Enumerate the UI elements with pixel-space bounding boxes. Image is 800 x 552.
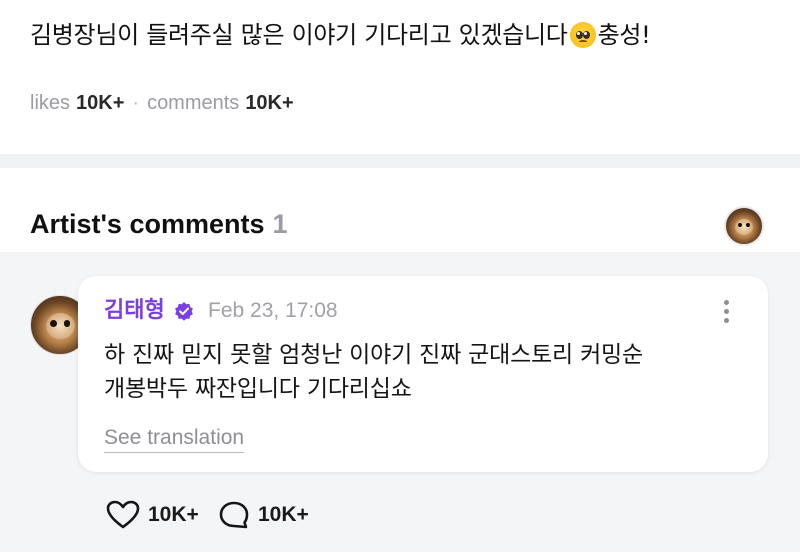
artist-comments-label: Artist's comments: [30, 209, 265, 239]
comment-timestamp: Feb 23, 17:08: [208, 299, 338, 322]
likes-count[interactable]: 10K+: [76, 92, 124, 114]
reply-button[interactable]: 10K+: [218, 500, 309, 530]
reply-count: 10K+: [258, 503, 309, 526]
more-options-icon[interactable]: [724, 300, 730, 324]
post-body-end: 충성!: [597, 21, 651, 49]
comment-text-line1: 하 진짜 믿지 못할 엄청난 이야기 진짜 군대스토리 커밍순: [104, 342, 643, 368]
stats-separator: ·: [132, 92, 140, 114]
artist-comments-title: Artist's comments 1: [30, 206, 288, 242]
comments-label[interactable]: comments: [147, 92, 239, 114]
likes-label[interactable]: likes: [30, 92, 70, 114]
comments-count[interactable]: 10K+: [245, 92, 293, 114]
post-stats: likes 10K+ · comments 10K+: [30, 88, 294, 118]
artist-comments-count: 1: [272, 209, 288, 239]
heart-icon: [106, 500, 140, 529]
see-translation-link[interactable]: See translation: [104, 424, 245, 453]
comment-text: 하 진짜 믿지 못할 엄청난 이야기 진짜 군대스토리 커밍순 개봉박두 짜잔입…: [104, 338, 744, 406]
section-divider: [0, 154, 800, 168]
comment-text-line2: 개봉박두 짜잔입니다 기다리십쇼: [104, 376, 412, 402]
pleading-face-icon: [569, 22, 596, 48]
verified-check-icon: [175, 302, 193, 321]
comment-author[interactable]: 김태형: [104, 296, 165, 326]
artist-avatar-small[interactable]: [724, 206, 764, 246]
like-button[interactable]: 10K+: [106, 500, 199, 530]
like-count: 10K+: [148, 503, 199, 526]
comment-bubble-icon: [219, 501, 249, 529]
artist-comment-card: 김태형 Feb 23, 17:08 하 진짜 믿지 못할 엄청난 이야기 진짜 …: [78, 276, 768, 472]
post-text: 김병장님이 들려주실 많은 이야기 기다리고 있겠습니다 충성!: [30, 18, 770, 52]
post-body: 김병장님이 들려주실 많은 이야기 기다리고 있겠습니다: [30, 21, 568, 49]
